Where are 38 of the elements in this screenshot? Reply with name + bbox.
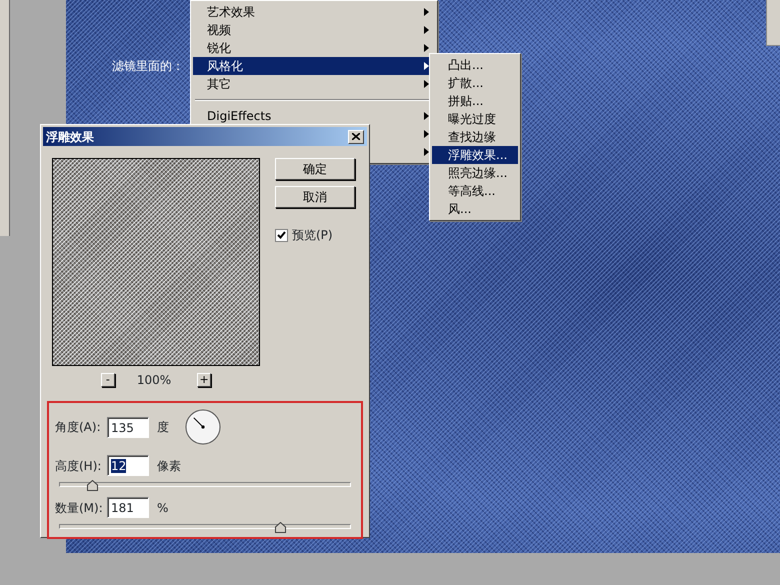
- value-field[interactable]: 135: [107, 416, 149, 438]
- unit-label: 像素: [157, 458, 181, 474]
- unit-label: 度: [157, 419, 169, 436]
- value-field[interactable]: 181: [107, 497, 149, 518]
- unit-label: %: [157, 500, 168, 516]
- menu-item[interactable]: 视频: [193, 21, 435, 39]
- angle-dial[interactable]: [185, 409, 221, 445]
- check-icon: [277, 231, 286, 239]
- menu-item[interactable]: 艺术效果: [193, 3, 435, 21]
- submenu-item[interactable]: 曝光过度: [432, 110, 518, 128]
- cancel-button[interactable]: 取消: [275, 186, 355, 208]
- value-field[interactable]: 12: [107, 455, 149, 476]
- zoom-level: 100%: [136, 372, 172, 389]
- submenu-item[interactable]: 浮雕效果...: [432, 146, 518, 164]
- value-text: 135: [111, 420, 134, 434]
- value-text: 12: [111, 459, 126, 473]
- dialog-title: 浮雕效果: [46, 128, 94, 146]
- close-button[interactable]: [348, 130, 364, 144]
- submenu-item[interactable]: 拼贴...: [432, 92, 518, 110]
- preview-checkbox[interactable]: [275, 228, 288, 242]
- close-icon: [352, 133, 360, 140]
- submenu-item[interactable]: 凸出...: [432, 56, 518, 74]
- canvas-caption: 滤镜里面的：: [112, 58, 184, 75]
- preview-label: 预览(P): [292, 227, 333, 244]
- zoom-in-button[interactable]: +: [197, 373, 212, 387]
- side-panel: [766, 0, 780, 46]
- submenu-item[interactable]: 扩散...: [432, 74, 518, 92]
- submenu-item[interactable]: 风...: [432, 200, 518, 218]
- field-label: 数量(M):: [55, 500, 104, 516]
- ok-button[interactable]: 确定: [275, 158, 355, 180]
- field-label: 高度(H):: [55, 458, 102, 474]
- zoom-out-button[interactable]: -: [100, 373, 115, 387]
- submenu-item[interactable]: 照亮边缘...: [432, 164, 518, 182]
- submenu-item[interactable]: 查找边缘: [432, 128, 518, 146]
- field-label: 角度(A):: [55, 419, 102, 436]
- menu-item[interactable]: 锐化: [193, 39, 435, 57]
- submenu-item[interactable]: 等高线...: [432, 182, 518, 200]
- value-text: 181: [111, 501, 134, 515]
